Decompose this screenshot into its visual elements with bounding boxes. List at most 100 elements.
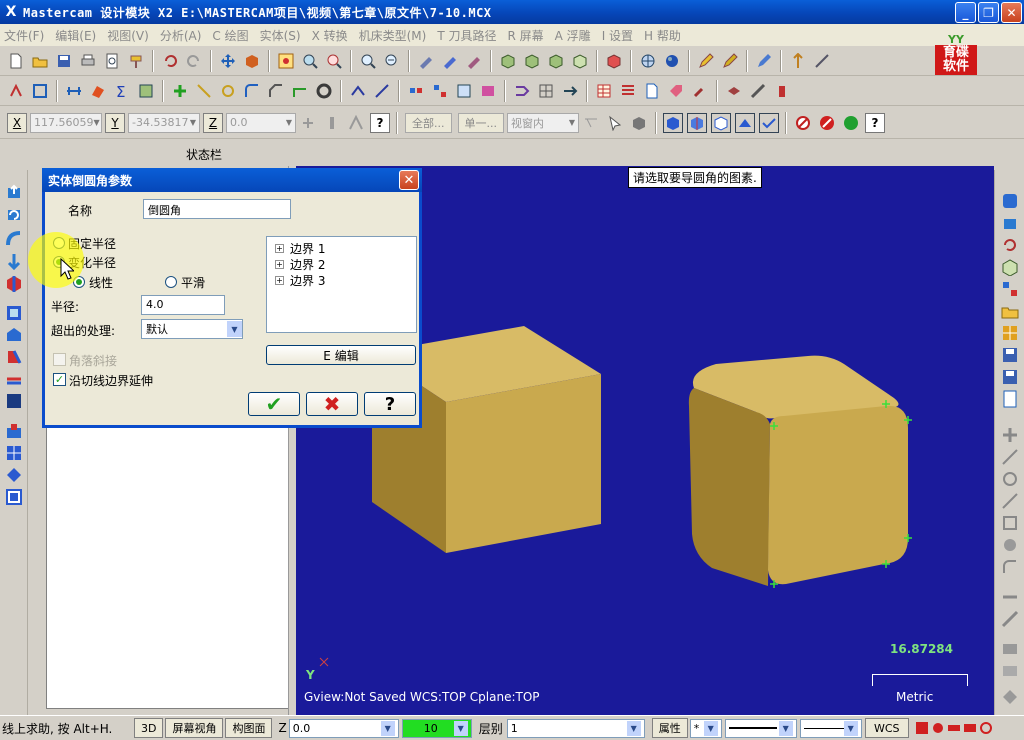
mru-offset-icon[interactable] [1001, 662, 1019, 680]
solid-body-icon[interactable] [663, 112, 683, 133]
open-file-icon[interactable] [30, 51, 50, 71]
mru-open-icon[interactable] [1001, 302, 1019, 320]
pen-icon[interactable] [754, 51, 774, 71]
solid-manager-icon[interactable] [5, 488, 23, 506]
fillet-solid-icon[interactable] [5, 274, 23, 292]
construction-plane-button[interactable]: 构图面 [225, 718, 273, 738]
globe-icon[interactable] [638, 51, 658, 71]
circle-icon[interactable] [314, 81, 334, 101]
print-icon[interactable] [78, 51, 98, 71]
boolean-remove-icon[interactable] [5, 444, 23, 462]
solid-boolean-icon[interactable] [5, 392, 23, 410]
z-coord-button[interactable]: Z [203, 112, 223, 133]
ime-icon[interactable] [915, 721, 929, 735]
zoom-target-icon[interactable] [324, 51, 344, 71]
new-file-icon[interactable] [6, 51, 26, 71]
menu-screen[interactable]: R 屏幕 [508, 27, 544, 44]
bottle-icon[interactable] [772, 81, 792, 101]
minimize-button[interactable]: _ [955, 2, 976, 23]
menu-toolpaths[interactable]: T 刀具路径 [437, 27, 496, 44]
list-icon[interactable] [618, 81, 638, 101]
wcs-button[interactable]: WCS [864, 718, 909, 738]
shell-icon[interactable] [5, 304, 23, 322]
ime-keyboard-icon[interactable] [963, 721, 977, 735]
dialog-close-button[interactable]: ✕ [399, 170, 419, 190]
menu-settings[interactable]: I 设置 [602, 27, 633, 44]
analyze-icon[interactable] [6, 81, 26, 101]
array-icon[interactable] [560, 81, 580, 101]
mru-print-icon[interactable] [1001, 390, 1019, 408]
surface-icon[interactable] [88, 81, 108, 101]
overflow-select[interactable]: 默认 ▼ [141, 319, 243, 339]
screen-view-button[interactable]: 屏幕视角 [165, 718, 224, 738]
menu-art[interactable]: A 浮雕 [555, 27, 591, 44]
sphere-icon[interactable] [662, 51, 682, 71]
select-single-button[interactable]: 单一... [457, 112, 504, 133]
verify-icon[interactable] [759, 112, 779, 133]
color-select[interactable]: 10 ▼ [401, 718, 472, 738]
radius-input[interactable]: 4.0 [141, 295, 225, 315]
spline-icon[interactable] [290, 81, 310, 101]
menu-file[interactable]: 文件(F) [4, 27, 44, 44]
fillet-icon[interactable] [242, 81, 262, 101]
menu-edit[interactable]: 编辑(E) [55, 27, 96, 44]
tool-up-icon[interactable] [788, 51, 808, 71]
brush-icon[interactable] [126, 51, 146, 71]
z-depth-select[interactable]: 0.0 ▼ [288, 718, 399, 738]
mru-break-icon[interactable] [1001, 610, 1019, 628]
x-coord-input[interactable]: 117.56059 ▼ [30, 112, 102, 133]
ok-ball-icon[interactable] [841, 113, 861, 133]
tree-item-boundary-1[interactable]: + 边界 1 [275, 240, 325, 257]
stock-icon[interactable] [748, 81, 768, 101]
mru-save-icon[interactable] [1001, 346, 1019, 364]
chamfer-solid-icon[interactable] [5, 326, 23, 344]
menu-machine-type[interactable]: 机床类型(M) [359, 27, 427, 44]
edit-button[interactable]: E 编辑 [266, 345, 416, 365]
operations-tree[interactable] [46, 421, 291, 709]
loft-icon[interactable] [5, 252, 23, 270]
menu-xform[interactable]: X 转换 [312, 27, 348, 44]
offset-icon[interactable] [478, 81, 498, 101]
z-coord-input[interactable]: 0.0 ▼ [226, 112, 296, 133]
no-select-icon[interactable] [793, 113, 813, 133]
mru-undo-icon[interactable] [1001, 236, 1019, 254]
select-all-button[interactable]: 全部... [405, 112, 452, 133]
fast-point-icon[interactable] [322, 113, 342, 133]
document-icon[interactable] [642, 81, 662, 101]
tree-item-boundary-2[interactable]: + 边界 2 [275, 256, 325, 273]
break-icon[interactable] [372, 81, 392, 101]
solid-select-icon[interactable] [629, 113, 649, 133]
menu-analyze[interactable]: 分析(A) [160, 27, 202, 44]
boolean-common-icon[interactable] [5, 466, 23, 484]
pencil-icon[interactable] [696, 51, 716, 71]
layer-select[interactable]: 1 ▼ [506, 718, 645, 738]
boundary-tree[interactable]: + 边界 1 + 边界 2 + 边界 3 [266, 236, 417, 333]
tool-path-icon[interactable] [812, 51, 832, 71]
maximize-button[interactable]: ❐ [978, 2, 999, 23]
fit-icon[interactable] [276, 51, 296, 71]
hide-icon[interactable] [440, 51, 460, 71]
y-coord-button[interactable]: Y [105, 112, 125, 133]
solid-edge-icon[interactable] [711, 112, 731, 133]
mru-revolve-icon[interactable] [1001, 214, 1019, 232]
auto-cursor-icon[interactable] [346, 113, 366, 133]
mru-point-icon[interactable] [1001, 426, 1019, 444]
solid-cube-right[interactable] [688, 355, 908, 586]
tree-item-boundary-3[interactable]: + 边界 3 [275, 272, 325, 289]
corner-blend-checkbox[interactable] [53, 353, 66, 366]
expand-icon[interactable]: + [275, 244, 284, 253]
line-width-select[interactable]: ▼ [799, 718, 862, 738]
zoom-in-icon[interactable] [358, 51, 378, 71]
pencil-plus-icon[interactable] [720, 51, 740, 71]
radio-smooth[interactable] [165, 276, 177, 288]
table-icon[interactable] [594, 81, 614, 101]
revolve-icon[interactable] [5, 206, 23, 224]
menu-solids[interactable]: 实体(S) [260, 27, 301, 44]
name-field[interactable]: 倒圆角 [143, 199, 291, 219]
expand-icon[interactable]: + [275, 260, 284, 269]
menu-view[interactable]: 视图(V) [107, 27, 149, 44]
solid-layers-icon[interactable] [724, 81, 744, 101]
selection-mode-select[interactable]: 视窗内 ▼ [507, 112, 579, 133]
mru-spline-icon[interactable] [1001, 492, 1019, 510]
ime-toolbar[interactable] [915, 721, 993, 735]
